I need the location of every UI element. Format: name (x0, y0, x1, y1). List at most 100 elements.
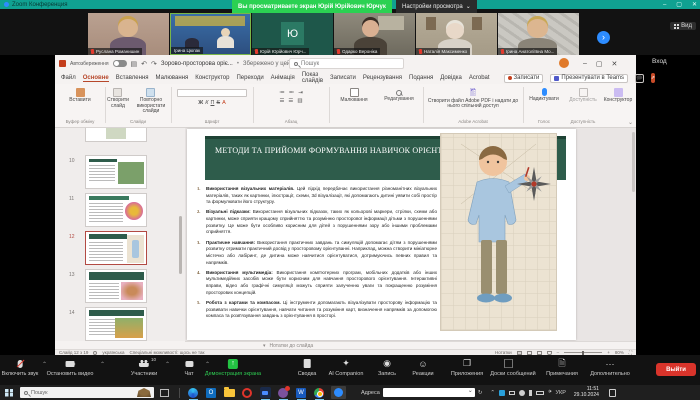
zoom-meeting-active-icon[interactable] (331, 386, 346, 399)
tab-file[interactable]: Файл (61, 75, 76, 81)
tab-acrobat[interactable]: Acrobat (469, 75, 490, 81)
align-left-button[interactable]: ☰ (279, 98, 284, 104)
viber-icon[interactable] (278, 387, 289, 398)
battery-icon[interactable] (536, 391, 544, 395)
address-go-icon[interactable]: ↻ (478, 390, 483, 396)
leave-button[interactable]: Выйти (656, 363, 696, 376)
ppt-minimize-icon[interactable]: – (583, 60, 587, 67)
video-tile-active-speaker[interactable]: Ірина Цюпак (170, 13, 251, 55)
slide-body-text[interactable]: 1. Використання візуальних матеріалів. Ц… (197, 186, 437, 323)
ai-companion-button[interactable]: ✦ AI Companion (329, 358, 364, 377)
reading-view-icon[interactable] (537, 351, 542, 355)
slide-thumbnail[interactable] (85, 193, 147, 227)
more-button[interactable]: ··· Дополнительно (590, 358, 630, 377)
tab-transitions[interactable]: Переходи (236, 75, 263, 81)
share-button[interactable]: ⇗ (651, 73, 655, 83)
adobe-pdf-button[interactable]: 🖺 Створити файл Adobe PDF і надати до нь… (425, 89, 521, 110)
notes-button[interactable]: 🗎 Примечания (546, 358, 578, 377)
edge-icon[interactable] (188, 387, 199, 398)
tab-view[interactable]: Подання (409, 75, 433, 81)
apps-button[interactable]: ❐ Приложения (451, 358, 483, 377)
slide-sorter-icon[interactable] (527, 351, 532, 355)
opera-icon[interactable] (242, 387, 253, 398)
strikethrough-button[interactable]: S (216, 100, 220, 106)
video-tile[interactable]: Наталія Максименко (416, 13, 497, 55)
slide-thumbnail[interactable] (85, 307, 147, 341)
numbering-button[interactable]: ≕ (289, 90, 295, 96)
slide-thumbnail[interactable] (85, 128, 147, 142)
slide-thumbnail[interactable] (85, 155, 147, 189)
ppt-close-icon[interactable]: ✕ (612, 60, 618, 68)
word-icon[interactable]: W (296, 387, 307, 398)
chat-button[interactable]: Чат (184, 358, 193, 377)
tab-review[interactable]: Рецензування (363, 75, 402, 81)
slideshow-icon[interactable] (547, 351, 552, 355)
record-button-zoom[interactable]: ◉ Запись (378, 358, 396, 377)
comments-icon[interactable]: 🗩 (635, 74, 644, 83)
font-name-box[interactable] (177, 89, 247, 97)
start-button[interactable] (5, 389, 13, 397)
paste-button[interactable]: Вставити (57, 88, 103, 104)
close-icon[interactable]: ✕ (692, 1, 697, 8)
summary-button[interactable]: Сводка (298, 358, 317, 377)
participants-caret[interactable]: ⌃ (165, 361, 170, 368)
ppt-maximize-icon[interactable]: ▢ (596, 60, 603, 68)
account-avatar[interactable] (559, 58, 569, 68)
tab-design[interactable]: Конструктор (195, 75, 229, 81)
file-explorer-icon[interactable] (224, 387, 235, 398)
editing-button[interactable]: Редагування (377, 88, 421, 103)
slide-thumbnail[interactable] (85, 269, 147, 303)
bold-button[interactable]: Ж (198, 100, 203, 106)
address-input[interactable] (383, 388, 475, 397)
tray-app-icon[interactable] (499, 390, 505, 396)
onedrive-icon[interactable] (519, 390, 525, 396)
whiteboards-button[interactable]: ⃞⃞ Доски сообщений (490, 358, 535, 377)
stop-video-button[interactable]: Остановить видео (47, 358, 94, 377)
tab-animations[interactable]: Анімація (271, 75, 295, 81)
collapse-ribbon-icon[interactable]: ⌄ (628, 119, 633, 126)
chrome-icon[interactable] (314, 387, 325, 398)
video-tile[interactable]: Ю Юрій Юрійович Юрч... (252, 13, 333, 55)
video-tile[interactable]: Ірина Анатоліївна Мо... (498, 13, 579, 55)
dictate-button[interactable]: Надиктувати (525, 88, 563, 103)
designer-button[interactable]: Конструктор (603, 88, 633, 104)
unmute-button[interactable]: Включить звук (2, 358, 39, 377)
ppt-search-box[interactable]: Пошук (289, 58, 404, 69)
view-settings-button[interactable]: Настройки просмотра ⌄ (396, 0, 477, 13)
redo-icon[interactable]: ↷ (151, 60, 157, 68)
next-participants-button[interactable]: › (597, 31, 610, 44)
notes-pane[interactable]: ▾ Нотатки до слайда (185, 341, 636, 349)
tab-slideshow[interactable]: Показ слайдів (302, 72, 323, 84)
hidden-icons-chevron[interactable]: ⌃ (490, 390, 495, 396)
current-slide[interactable]: МЕТОДИ ТА ПРИЙОМИ ФОРМУВАННЯ НАВИЧОК ОРІ… (187, 129, 576, 340)
zoom-slider[interactable] (564, 352, 602, 353)
tray-mic-icon[interactable] (529, 390, 532, 396)
view-button[interactable]: Вид (670, 22, 696, 30)
background-login-label[interactable]: Вход (652, 58, 667, 65)
tab-insert[interactable]: Вставлення (116, 75, 149, 81)
clock[interactable]: 11:51 29.10.2024 (574, 387, 599, 399)
volume-icon[interactable]: 🕩 (548, 389, 551, 396)
tab-help[interactable]: Довідка (440, 75, 462, 81)
tab-home[interactable]: Основне (83, 75, 109, 82)
normal-view-icon[interactable] (517, 351, 522, 355)
present-in-teams-button[interactable]: Презентувати в Teams (550, 74, 628, 83)
taskbar-search[interactable]: Пошук (20, 387, 154, 398)
share-screen-button[interactable]: ↑ Демонстрация экрана (205, 358, 261, 377)
task-view-icon[interactable] (160, 389, 169, 397)
underline-button[interactable]: П (210, 100, 214, 106)
video-options-caret[interactable]: ⌃ (100, 361, 105, 368)
outlook-icon[interactable]: O (206, 387, 217, 398)
video-tile[interactable]: Одарко Вероніка (334, 13, 415, 55)
record-button[interactable]: Записати (504, 74, 544, 83)
zoom-app-icon[interactable] (260, 387, 271, 398)
video-tile[interactable]: Руслана Романишин (88, 13, 169, 55)
columns-button[interactable]: ▥ (297, 98, 302, 104)
boy-compass-illustration[interactable] (440, 133, 557, 331)
tab-record[interactable]: Записати (330, 75, 356, 81)
save-icon[interactable]: ▤ (131, 60, 138, 68)
slide-thumbnail-selected[interactable] (85, 231, 147, 265)
participants-button[interactable]: 10 Участники (131, 358, 157, 377)
accessibility-button[interactable]: Доступність (565, 88, 601, 104)
autosave-toggle[interactable] (113, 60, 127, 67)
